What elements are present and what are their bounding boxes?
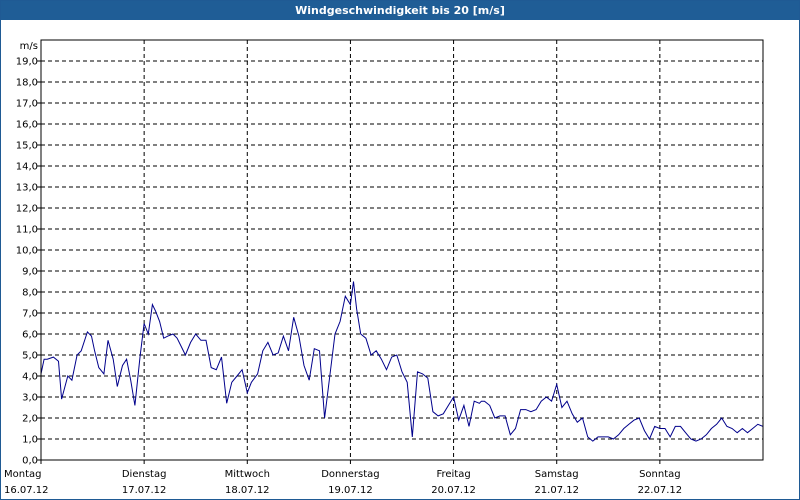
y-tick-label: 4,0 — [22, 372, 38, 383]
y-axis-label: m/s — [20, 41, 38, 52]
x-tick-day-label: Montag — [4, 469, 41, 480]
y-tick-label: 5,0 — [22, 351, 38, 362]
x-tick-date-label: 19.07.12 — [328, 485, 373, 496]
y-tick-label: 0,0 — [22, 456, 38, 467]
y-tick-label: 8,0 — [22, 288, 38, 299]
x-tick-day-label: Samstag — [535, 469, 579, 480]
y-tick-label: 7,0 — [22, 309, 38, 320]
y-tick-label: 13,0 — [16, 183, 38, 194]
y-tick-label: 9,0 — [22, 267, 38, 278]
y-tick-label: 1,0 — [22, 435, 38, 446]
x-tick-date-label: 22.07.12 — [638, 485, 683, 496]
x-tick-day-label: Donnerstag — [321, 469, 379, 480]
y-axis-ticks: 0,0 1,0 2,0 3,0 4,0 5,0 6,0 7,0 8,0 9,0 10,0 11,0 12… — [16, 57, 41, 467]
x-axis-ticks: Montag 16.07.12 Dienstag 17.07.12 Mittwoch 18… — [4, 460, 682, 496]
y-tick-label: 12,0 — [16, 204, 38, 215]
grid-lines — [41, 40, 763, 460]
x-tick-day-label: Freitag — [436, 469, 470, 480]
x-tick-day-label: Dienstag — [122, 469, 167, 480]
y-tick-label: 10,0 — [16, 246, 38, 257]
y-tick-label: 15,0 — [16, 141, 38, 152]
x-tick-date-label: 16.07.12 — [4, 485, 49, 496]
y-tick-label: 3,0 — [22, 393, 38, 404]
x-tick-day-label: Sonntag — [639, 469, 681, 480]
x-tick-date-label: 20.07.12 — [431, 485, 476, 496]
x-tick-date-label: 18.07.12 — [225, 485, 270, 496]
y-tick-label: 17,0 — [16, 99, 38, 110]
chart-window: Windgeschwindigkeit bis 20 [m/s] 0,0 1,0 2… — [0, 0, 800, 500]
y-tick-label: 11,0 — [16, 225, 38, 236]
x-tick-date-label: 21.07.12 — [534, 485, 579, 496]
y-tick-label: 16,0 — [16, 120, 38, 131]
wind-speed-line — [40, 281, 764, 442]
x-tick-date-label: 17.07.12 — [122, 485, 167, 496]
y-tick-label: 2,0 — [22, 414, 38, 425]
y-tick-label: 18,0 — [16, 78, 38, 89]
y-tick-label: 14,0 — [16, 162, 38, 173]
line-chart: 0,0 1,0 2,0 3,0 4,0 5,0 6,0 7,0 8,0 9,0 10,0 11,0 12… — [4, 39, 764, 496]
y-tick-label: 19,0 — [16, 57, 38, 68]
x-tick-day-label: Mittwoch — [225, 469, 270, 480]
y-tick-label: 6,0 — [22, 330, 38, 341]
